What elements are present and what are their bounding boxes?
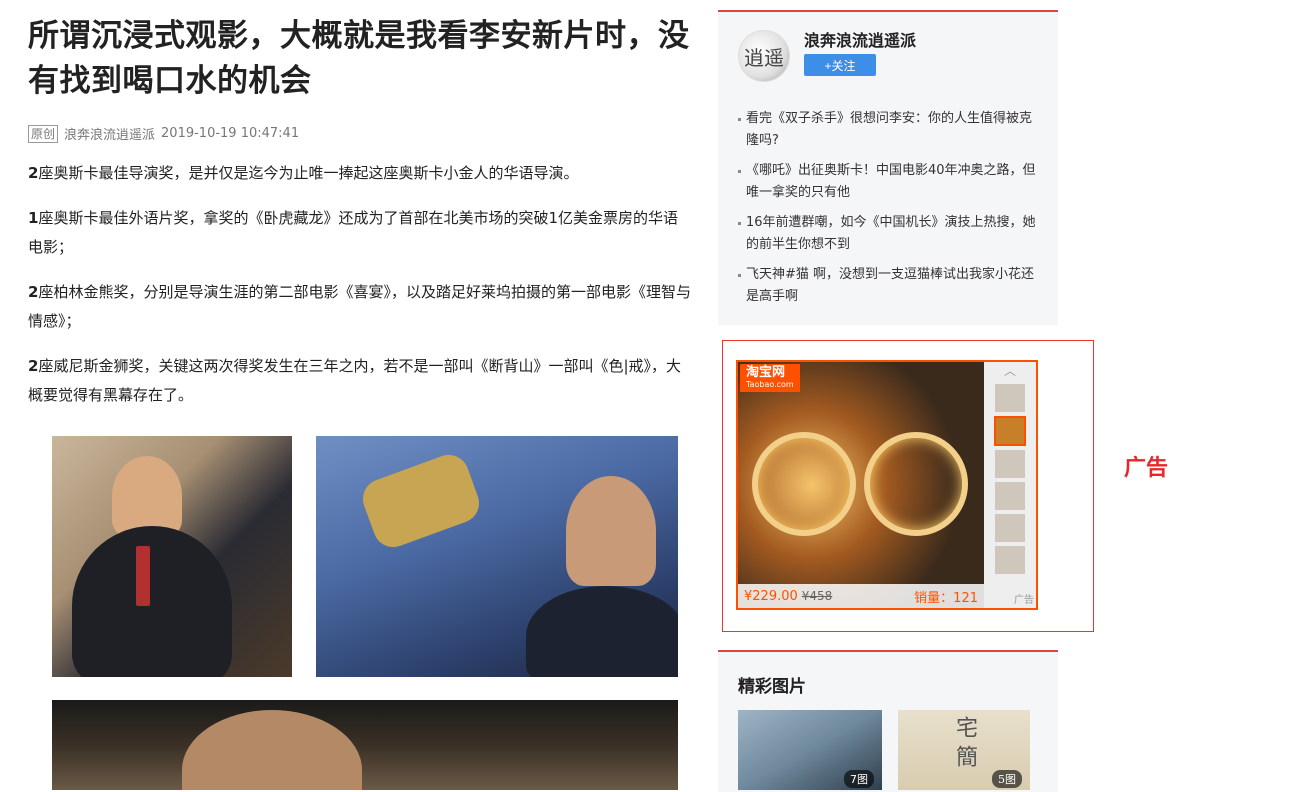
article-meta: 原创 浪奔浪流逍遥派 2019-10-19 10:47:41 — [28, 124, 692, 143]
ad-price: ¥229.00 ¥458 — [744, 588, 833, 604]
ad-thumb[interactable] — [994, 416, 1026, 446]
article-title: 所谓沉浸式观影，大概就是我看李安新片时，没有找到喝口水的机会 — [28, 18, 690, 99]
ad-thumb[interactable] — [995, 450, 1025, 478]
article-photo — [52, 700, 678, 790]
author-block: 逍遥 浪奔浪流逍遥派 +关注 — [738, 30, 916, 82]
article-author[interactable]: 浪奔浪流逍遥派 — [64, 124, 155, 143]
ad-tag: 广告 — [1014, 595, 1034, 606]
author-card: 逍遥 浪奔浪流逍遥派 +关注 看完《双子杀手》很想问李安：你的人生值得被克隆吗?… — [718, 10, 1058, 325]
follow-button[interactable]: +关注 — [804, 54, 876, 76]
picture-text: 宅 簡 — [952, 716, 977, 767]
gallery-heading: 精彩图片 — [738, 677, 806, 697]
ad-thumbnails: ︿ — [984, 362, 1036, 608]
paragraph: 2座柏林金熊奖，分别是导演生涯的第二部电影《喜宴》，以及踏足好莱坞拍摄的第一部电… — [28, 283, 691, 330]
article-photo — [52, 436, 292, 677]
article-photo — [316, 436, 678, 677]
related-list: 看完《双子杀手》很想问李安：你的人生值得被克隆吗? 《哪吒》出征奥斯卡！中国电影… — [738, 108, 1042, 316]
ad-sales: 销量：121 — [914, 590, 978, 606]
ad-thumb[interactable] — [995, 546, 1025, 574]
taobao-logo: 淘宝网 Taobao.com — [740, 364, 800, 392]
related-item[interactable]: 《哪吒》出征奥斯卡！中国电影40年冲奥之路，但唯一拿奖的只有他 — [738, 160, 1042, 204]
paragraph: 2座威尼斯金狮奖，关键这两次得奖发生在三年之内，若不是一部叫《断背山》一部叫《色… — [28, 357, 681, 404]
chevron-up-icon[interactable]: ︿ — [984, 362, 1036, 380]
gallery-picture[interactable]: 7图 — [738, 710, 882, 790]
article-images — [52, 436, 678, 790]
ad-banner[interactable]: 淘宝网 Taobao.com ¥229.00 ¥458 销量：121 ︿ 广告 — [736, 360, 1038, 610]
article-datetime: 2019-10-19 10:47:41 — [161, 126, 300, 141]
related-item[interactable]: 看完《双子杀手》很想问李安：你的人生值得被克隆吗? — [738, 108, 1042, 152]
related-item[interactable]: 16年前遭群嘲，如今《中国机长》演技上热搜，她的前半生你想不到 — [738, 212, 1042, 256]
original-badge: 原创 — [28, 124, 59, 143]
ad-price-bar: ¥229.00 ¥458 销量：121 — [738, 584, 984, 608]
picture-count: 5图 — [992, 770, 1022, 788]
ad-thumb[interactable] — [995, 514, 1025, 542]
sidebar: 逍遥 浪奔浪流逍遥派 +关注 看完《双子杀手》很想问李安：你的人生值得被克隆吗?… — [718, 10, 1058, 325]
gallery-card: 精彩图片 7图 宅 簡 5图 — [718, 650, 1058, 792]
paragraph: 1座奥斯卡最佳外语片奖，拿奖的《卧虎藏龙》还成为了首部在北美市场的突破1亿美金票… — [28, 209, 678, 256]
author-name[interactable]: 浪奔浪流逍遥派 — [804, 30, 916, 52]
picture-count: 7图 — [844, 770, 874, 788]
paragraph: 2座奥斯卡最佳导演奖，是并仅是迄今为止唯一捧起这座奥斯卡小金人的华语导演。 — [28, 164, 579, 182]
avatar[interactable]: 逍遥 — [738, 30, 790, 82]
ad-thumb[interactable] — [995, 384, 1025, 412]
article-main: 所谓沉浸式观影，大概就是我看李安新片时，没有找到喝口水的机会 原创 浪奔浪流逍遥… — [28, 14, 692, 410]
ad-annotation-label: 广告 — [1124, 456, 1169, 481]
related-item[interactable]: 飞天神#猫 啊，没想到一支逗猫棒试出我家小花还是高手啊 — [738, 264, 1042, 308]
gallery-picture[interactable]: 宅 簡 5图 — [898, 710, 1030, 790]
ad-thumb[interactable] — [995, 482, 1025, 510]
ad-product-image[interactable]: 淘宝网 Taobao.com ¥229.00 ¥458 销量：121 — [738, 362, 984, 608]
